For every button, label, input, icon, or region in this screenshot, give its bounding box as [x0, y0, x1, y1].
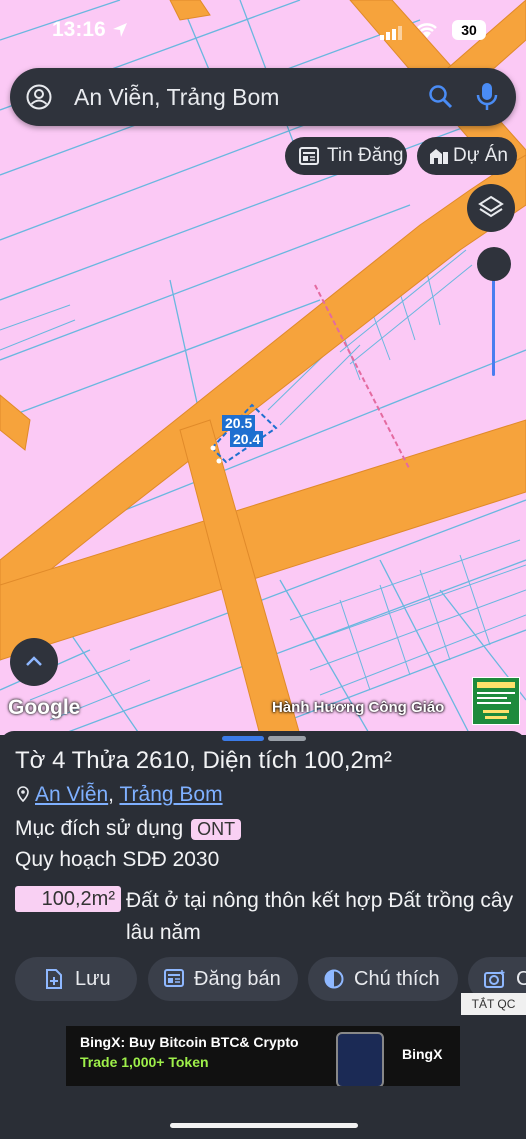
- add-file-icon: [46, 969, 62, 989]
- parcel-address: An Viễn, Trảng Bom: [17, 783, 223, 807]
- list-for-sale-label: Đăng bán: [194, 968, 281, 990]
- land-use-description: Đất ở tại nông thôn kết hợp Đất trồng câ…: [126, 889, 514, 944]
- camera-icon: [484, 970, 505, 988]
- news-listings-button[interactable]: Tin Đăng: [285, 137, 407, 175]
- home-indicator: [170, 1123, 358, 1128]
- location-arrow-icon: [113, 23, 127, 37]
- district-link[interactable]: Trảng Bom: [119, 783, 222, 806]
- parcel-title: Tờ 4 Thửa 2610, Diện tích 100,2m²: [15, 747, 392, 774]
- list-for-sale-button[interactable]: Đăng bán: [148, 957, 298, 1001]
- wifi-icon: [417, 23, 437, 38]
- search-icon[interactable]: [428, 84, 454, 110]
- newspaper-icon: [164, 969, 184, 987]
- land-use-label: Mục đích sử dụng: [15, 817, 184, 840]
- legend-button[interactable]: Chú thích: [308, 957, 458, 1001]
- expand-panel-button[interactable]: [10, 638, 58, 686]
- account-icon[interactable]: [26, 84, 52, 110]
- projects-label: Dự Án: [453, 145, 508, 166]
- newspaper-icon: [299, 147, 319, 165]
- layers-icon: [478, 195, 504, 218]
- ad-banner[interactable]: BingX: Buy Bitcoin BTC& Crypto Trade 1,0…: [66, 1026, 460, 1086]
- planning-label: Quy hoạch SDĐ 2030: [15, 848, 220, 871]
- ad-brand: BingX: [402, 1046, 443, 1062]
- parcel-dimension-label: 20.5: [222, 415, 256, 431]
- disable-ads-button[interactable]: TẮT QC: [461, 993, 526, 1015]
- location-pin-icon: [17, 786, 29, 803]
- parcel-dimension-label: 20.4: [230, 431, 264, 447]
- area-badge: 100,2m²: [15, 886, 121, 912]
- ward-link[interactable]: An Viễn: [35, 783, 108, 806]
- save-label: Lưu: [75, 968, 111, 990]
- cellular-signal-icon: [380, 26, 402, 40]
- contrast-icon: [324, 969, 344, 989]
- land-use-row: Mục đích sử dụng ONT: [15, 817, 242, 841]
- map-layers-button[interactable]: [467, 184, 515, 232]
- buildings-icon: [430, 149, 448, 164]
- sheet-handle-secondary[interactable]: [268, 736, 306, 741]
- land-use-code-badge: ONT: [191, 819, 242, 840]
- parcel-info-sheet: Tờ 4 Thửa 2610, Diện tích 100,2m² An Viễ…: [0, 731, 526, 1139]
- microphone-icon[interactable]: [476, 82, 498, 112]
- legend-label: Chú thích: [354, 968, 440, 990]
- ad-headline: BingX: Buy Bitcoin BTC& Crypto: [80, 1034, 299, 1050]
- google-attribution: Google: [8, 696, 81, 719]
- battery-indicator: 30: [452, 20, 486, 40]
- map-landmark-label[interactable]: Hành Hương Công Giáo: [272, 699, 444, 716]
- status-bar: 13:16 30: [0, 0, 526, 60]
- sheet-handle[interactable]: [222, 736, 264, 741]
- opacity-slider-handle[interactable]: [477, 247, 511, 281]
- projects-button[interactable]: Dự Án: [417, 137, 517, 175]
- ad-phone-graphic: [336, 1032, 384, 1086]
- news-listings-label: Tin Đăng: [327, 145, 404, 166]
- camera-label: C: [516, 968, 526, 990]
- ad-thumbnail-image: [477, 682, 515, 719]
- search-bar[interactable]: An Viễn, Trảng Bom: [10, 68, 516, 126]
- address-separator: ,: [108, 783, 120, 806]
- search-input[interactable]: An Viễn, Trảng Bom: [74, 84, 279, 111]
- status-time: 13:16: [52, 18, 106, 41]
- map-view[interactable]: 20.5 20.4 13:16 30 An Viễn, Trảng Bom Ti…: [0, 0, 526, 735]
- ad-thumbnail[interactable]: [472, 677, 520, 725]
- chevron-up-icon: [26, 656, 42, 666]
- ad-subline: Trade 1,000+ Token: [80, 1054, 209, 1070]
- save-button[interactable]: Lưu: [15, 957, 137, 1001]
